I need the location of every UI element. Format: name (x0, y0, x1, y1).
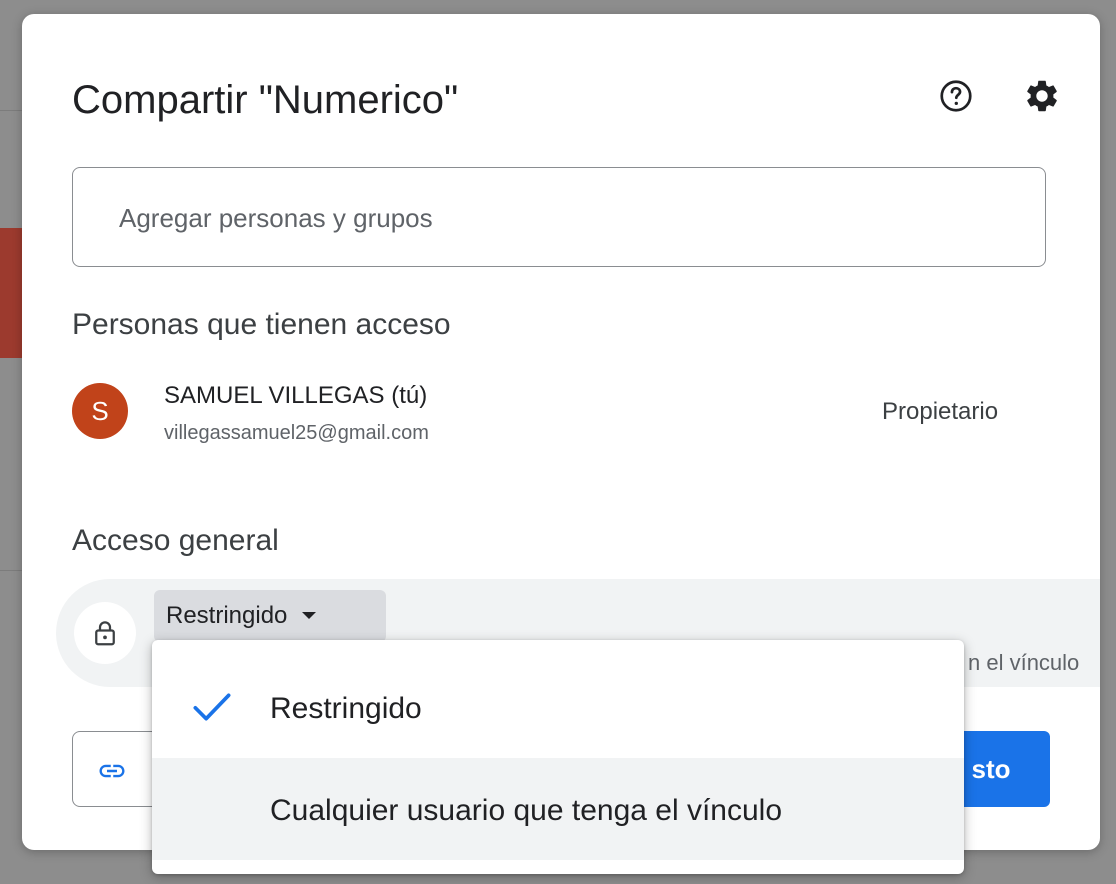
access-option-anyone-with-link[interactable]: Cualquier usuario que tenga el vínculo (152, 758, 964, 860)
check-icon (192, 690, 232, 729)
general-access-heading: Acceso general (72, 524, 279, 557)
help-button[interactable] (934, 74, 978, 118)
gear-icon (1027, 80, 1057, 112)
add-people-field[interactable] (72, 167, 1046, 267)
add-people-input[interactable] (117, 194, 1001, 242)
done-button-label: sto (971, 753, 1011, 784)
dialog-title: Compartir "Numerico" (72, 78, 459, 122)
link-icon (97, 756, 127, 791)
people-with-access-heading: Personas que tienen acceso (72, 308, 451, 341)
general-access-selected: Restringido (166, 602, 288, 629)
general-access-select[interactable]: Restringido (154, 590, 386, 642)
background-sidebar-strip (0, 228, 22, 358)
lock-icon-container (74, 602, 136, 664)
background-divider (0, 110, 22, 111)
caret-down-icon (301, 611, 317, 621)
person-role: Propietario (882, 398, 999, 425)
person-name: SAMUEL VILLEGAS (tú) (164, 382, 428, 409)
person-email: villegassamuel25@gmail.com (164, 422, 429, 444)
option-label: Restringido (270, 692, 422, 725)
access-dropdown-menu: Restringido Cualquier usuario que tenga … (152, 640, 964, 874)
help-circle-icon (940, 80, 972, 112)
avatar-letter: S (91, 395, 109, 426)
settings-button[interactable] (1020, 74, 1064, 118)
general-access-description: n el vínculo (968, 650, 1080, 675)
background-divider (0, 570, 22, 571)
lock-icon (95, 621, 115, 646)
access-option-restricted[interactable]: Restringido (152, 656, 964, 758)
option-label: Cualquier usuario que tenga el vínculo (270, 794, 783, 827)
avatar: S (72, 383, 128, 439)
